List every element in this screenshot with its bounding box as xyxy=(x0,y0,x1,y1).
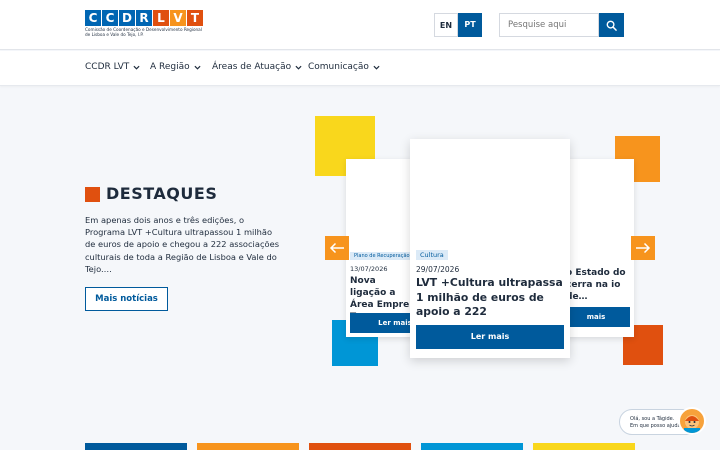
nav-item-label: A Região xyxy=(150,62,190,72)
arrow-right-icon xyxy=(636,242,651,254)
news-card-title: LVT +Cultura ultrapassa 1 milhão de euro… xyxy=(416,276,563,322)
arrow-left-icon xyxy=(329,242,344,254)
chevron-down-icon xyxy=(295,65,302,70)
news-card-tag: Cultura xyxy=(416,250,448,260)
news-card-date: 13/07/2026 xyxy=(350,265,388,273)
quick-link-tile[interactable] xyxy=(533,443,635,450)
search-input[interactable] xyxy=(499,13,599,37)
logo-letter: T xyxy=(187,10,203,26)
news-card-tag: Plano de Recuperação xyxy=(350,252,414,260)
chevron-down-icon xyxy=(194,65,201,70)
read-more-button[interactable]: mais xyxy=(562,307,630,327)
nav-item-areas-de-atuacao[interactable]: Áreas de Atuação xyxy=(212,62,302,72)
nav-item-label: Comunicação xyxy=(308,62,369,72)
news-card[interactable]: Plano de Recuperação 13/07/2026 Nova lig… xyxy=(346,159,416,337)
logo-subtitle-line: de Lisboa e Vale do Tejo, I.P. xyxy=(85,32,144,37)
logo-letters: C C D R L V T xyxy=(85,10,203,26)
search-button[interactable] xyxy=(599,13,624,37)
nav-item-comunicacao[interactable]: Comunicação xyxy=(308,62,380,72)
nav-item-label: CCDR LVT xyxy=(85,62,130,72)
nav-item-a-regiao[interactable]: A Região xyxy=(150,62,201,72)
nav-item-ccdr-lvt[interactable]: CCDR LVT xyxy=(85,62,140,72)
assistant-greeting-line: Olá, sou a Tágide. xyxy=(630,416,675,422)
assistant-greeting-line: Em que posso ajudar? xyxy=(630,423,686,429)
logo-letter: R xyxy=(136,10,152,26)
assistant-avatar-icon xyxy=(684,415,700,433)
more-news-button[interactable]: Mais notícias xyxy=(85,287,168,311)
carousel-prev-button[interactable] xyxy=(325,236,349,260)
lang-pt-button[interactable]: PT xyxy=(458,13,482,37)
section-marker xyxy=(85,187,100,202)
logo-letter: C xyxy=(102,10,118,26)
main-nav: CCDR LVT A Região Áreas de Atuação Comun… xyxy=(0,51,720,86)
read-more-button[interactable]: Ler mais xyxy=(350,313,416,333)
read-more-button[interactable]: Ler mais xyxy=(416,325,564,349)
quick-link-tile[interactable] xyxy=(197,443,299,450)
highlights-description: Em apenas dois anos e três edições, o Pr… xyxy=(85,215,280,274)
chevron-down-icon xyxy=(133,65,140,70)
logo-letter: D xyxy=(119,10,135,26)
site-header: C C D R L V T Comissão de Coordenação e … xyxy=(0,0,720,50)
logo-subtitle: Comissão de Coordenação e Desenvolviment… xyxy=(85,27,215,37)
quick-link-tile[interactable] xyxy=(421,443,523,450)
lang-en-button[interactable]: EN xyxy=(434,13,458,37)
quick-link-tile[interactable] xyxy=(85,443,187,450)
assistant-greeting: Olá, sou a Tágide. Em que posso ajudar? xyxy=(630,416,685,430)
ccdr-lvt-logo[interactable]: C C D R L V T Comissão de Coordenação e … xyxy=(85,10,203,40)
assistant-avatar[interactable] xyxy=(678,407,706,435)
news-card-date: 29/07/2026 xyxy=(416,265,460,274)
carousel-next-button[interactable] xyxy=(631,236,655,260)
logo-letter: C xyxy=(85,10,101,26)
news-card-featured[interactable]: Cultura 29/07/2026 LVT +Cultura ultrapas… xyxy=(410,139,570,358)
news-card-title: Nova ligação a Área Empre Torres Vedras xyxy=(350,276,410,313)
logo-letter: L xyxy=(153,10,169,26)
search-icon xyxy=(606,20,617,31)
nav-item-label: Áreas de Atuação xyxy=(212,62,292,72)
news-card-title: o Estado do cerra na io de… xyxy=(566,268,626,302)
quick-link-tile[interactable] xyxy=(309,443,411,450)
chevron-down-icon xyxy=(373,65,380,70)
section-title: DESTAQUES xyxy=(106,184,218,203)
logo-letter: V xyxy=(170,10,186,26)
